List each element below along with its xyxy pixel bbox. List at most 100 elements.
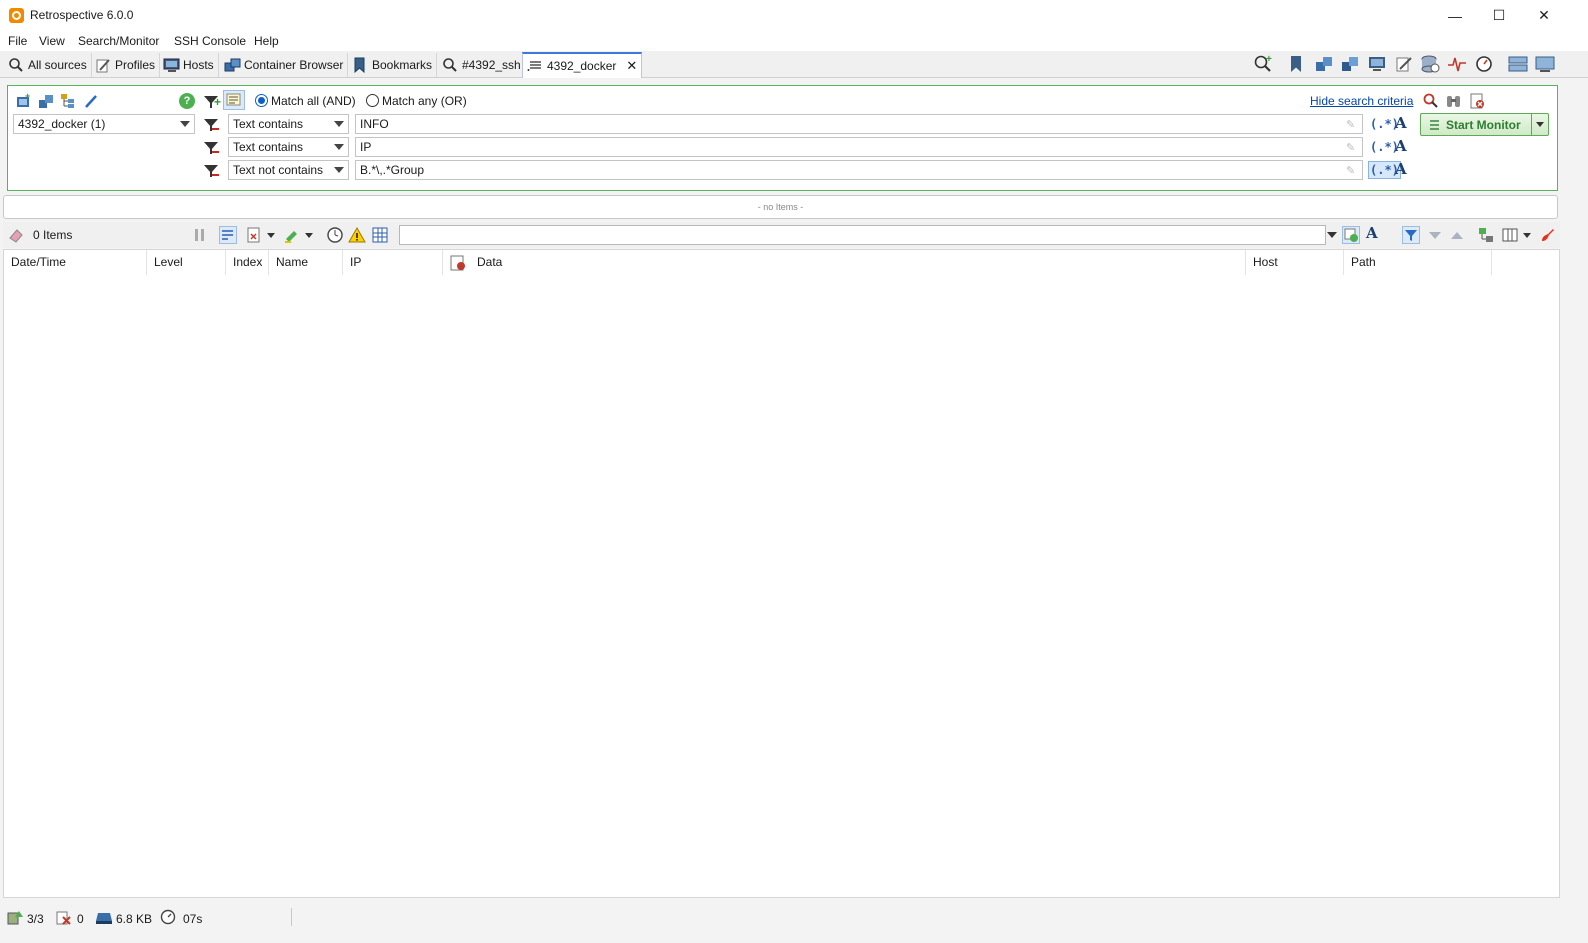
- case-sensitive-icon[interactable]: A: [1395, 137, 1407, 155]
- remove-filter-icon[interactable]: [204, 163, 220, 179]
- tab-bookmarks[interactable]: Bookmarks: [348, 53, 438, 77]
- menu-file[interactable]: File: [8, 34, 27, 48]
- sources-icon: [7, 909, 23, 925]
- container-add-icon[interactable]: [1314, 54, 1334, 74]
- case-sensitive-icon[interactable]: A: [1395, 160, 1407, 178]
- profile-edit-icon[interactable]: [1394, 54, 1414, 74]
- eraser-icon[interactable]: ✎: [1346, 164, 1358, 177]
- remove-minus-icon: [212, 128, 219, 130]
- regex-search-icon[interactable]: [1342, 226, 1360, 244]
- next-match-icon[interactable]: [1426, 226, 1444, 244]
- eraser-icon[interactable]: ✎: [1346, 118, 1358, 131]
- chevron-down-icon[interactable]: [1523, 233, 1531, 238]
- menu-ssh-console[interactable]: SSH Console: [174, 34, 246, 48]
- add-host-source-icon[interactable]: +: [16, 91, 32, 109]
- clock-icon[interactable]: [326, 226, 344, 244]
- layout-window-icon[interactable]: [1535, 54, 1555, 74]
- menu-help[interactable]: Help: [254, 34, 279, 48]
- edit-pencil-icon[interactable]: [83, 93, 99, 109]
- container-icon: [224, 57, 241, 73]
- tab-4392-ssh[interactable]: #4392_ssh: [438, 53, 526, 77]
- layout-split-icon[interactable]: [1508, 54, 1528, 74]
- eraser-icon[interactable]: ✎: [1346, 141, 1358, 154]
- tab-container-browser[interactable]: Container Browser: [220, 53, 349, 77]
- delete-criteria-icon[interactable]: [1468, 92, 1486, 110]
- grid-icon[interactable]: [371, 226, 389, 244]
- case-sensitive-icon[interactable]: A: [1366, 224, 1378, 242]
- warning-icon[interactable]: [348, 226, 366, 244]
- tab-profiles[interactable]: Profiles: [91, 53, 161, 77]
- source-tree-icon[interactable]: [60, 93, 76, 109]
- source-select[interactable]: 4392_docker (1): [13, 114, 195, 134]
- match-any-radio[interactable]: [366, 94, 379, 107]
- column-header-index[interactable]: Index: [226, 250, 269, 275]
- column-header-data[interactable]: Data: [470, 250, 1246, 275]
- activity-icon[interactable]: [1447, 54, 1467, 74]
- note-filter-icon[interactable]: [223, 90, 245, 110]
- criteria-text-input[interactable]: B.*\,.*Group ✎: [355, 160, 1363, 180]
- column-header-datetime[interactable]: Date/Time: [4, 250, 147, 275]
- match-any-label: Match any (OR): [382, 94, 467, 108]
- container-browse-icon[interactable]: [1340, 54, 1360, 74]
- tab-label: Container Browser: [244, 58, 344, 72]
- previous-match-icon[interactable]: [1448, 226, 1466, 244]
- filter-results-icon[interactable]: [1402, 226, 1420, 244]
- elapsed-timer-icon: [160, 909, 176, 925]
- column-header-host[interactable]: Host: [1246, 250, 1344, 275]
- brush-icon[interactable]: [1538, 226, 1556, 244]
- wrap-text-icon[interactable]: [219, 226, 237, 244]
- column-header-ip[interactable]: IP: [343, 250, 443, 275]
- remove-filter-icon[interactable]: [204, 140, 220, 156]
- columns-icon[interactable]: [1501, 226, 1519, 244]
- tab-4392-docker[interactable]: 4392_docker ✕: [522, 52, 643, 78]
- chevron-down-icon[interactable]: [1327, 232, 1337, 238]
- column-header-name[interactable]: Name: [269, 250, 343, 275]
- criteria-condition-select[interactable]: Text contains: [228, 114, 349, 134]
- eraser-icon[interactable]: [7, 226, 25, 244]
- chevron-down-icon[interactable]: [1536, 122, 1544, 127]
- tree-view-icon[interactable]: [1477, 226, 1495, 244]
- menu-search-monitor[interactable]: Search/Monitor: [78, 34, 159, 48]
- export-icon[interactable]: [245, 226, 263, 244]
- status-errors: 0: [77, 912, 84, 926]
- results-filter-input[interactable]: [399, 225, 1326, 245]
- host-manage-icon[interactable]: [1367, 54, 1387, 74]
- criteria-condition-select[interactable]: Text contains: [228, 137, 349, 157]
- start-monitor-label: Start Monitor: [1446, 118, 1521, 132]
- criteria-condition-select[interactable]: Text not contains: [228, 160, 349, 180]
- source-select-value: 4392_docker (1): [18, 117, 106, 131]
- criteria-text-value: IP: [360, 140, 372, 154]
- timer-icon[interactable]: [1474, 54, 1494, 74]
- new-search-icon[interactable]: +: [1253, 54, 1273, 74]
- tab-all-sources[interactable]: All sources: [4, 53, 92, 77]
- case-sensitive-icon[interactable]: A: [1395, 114, 1407, 132]
- chevron-down-icon[interactable]: [267, 233, 275, 238]
- highlight-icon[interactable]: [283, 226, 301, 244]
- criteria-text-input[interactable]: IP ✎: [355, 137, 1363, 157]
- tab-hosts[interactable]: Hosts: [159, 53, 219, 77]
- clear-filters-icon[interactable]: [1422, 92, 1440, 110]
- database-icon[interactable]: [1420, 54, 1440, 74]
- criteria-text-input[interactable]: INFO ✎: [355, 114, 1363, 134]
- help-icon[interactable]: ?: [179, 93, 195, 109]
- bookmark-add-icon[interactable]: [1287, 54, 1307, 74]
- pause-icon[interactable]: [191, 226, 209, 244]
- column-header-level[interactable]: Level: [147, 250, 226, 275]
- data-column-icon[interactable]: [449, 254, 467, 272]
- magnifier-icon: [442, 57, 458, 73]
- chevron-down-icon[interactable]: [305, 233, 313, 238]
- start-monitor-button[interactable]: Start Monitor: [1420, 113, 1549, 136]
- binoculars-icon[interactable]: [1445, 92, 1463, 110]
- close-tab-icon[interactable]: ✕: [626, 58, 637, 74]
- column-header-path[interactable]: Path: [1344, 250, 1492, 275]
- bookmark-icon: [352, 57, 368, 74]
- menu-view[interactable]: View: [39, 34, 65, 48]
- add-container-source-icon[interactable]: [38, 93, 54, 109]
- remove-filter-icon[interactable]: [204, 117, 220, 133]
- match-all-radio[interactable]: [255, 94, 268, 107]
- maximize-button[interactable]: ☐: [1476, 0, 1522, 31]
- hide-search-criteria-link[interactable]: Hide search criteria: [1310, 94, 1413, 108]
- criteria-condition-value: Text contains: [233, 117, 304, 131]
- close-window-button[interactable]: ✕: [1521, 0, 1567, 31]
- minimize-button[interactable]: —: [1432, 0, 1478, 31]
